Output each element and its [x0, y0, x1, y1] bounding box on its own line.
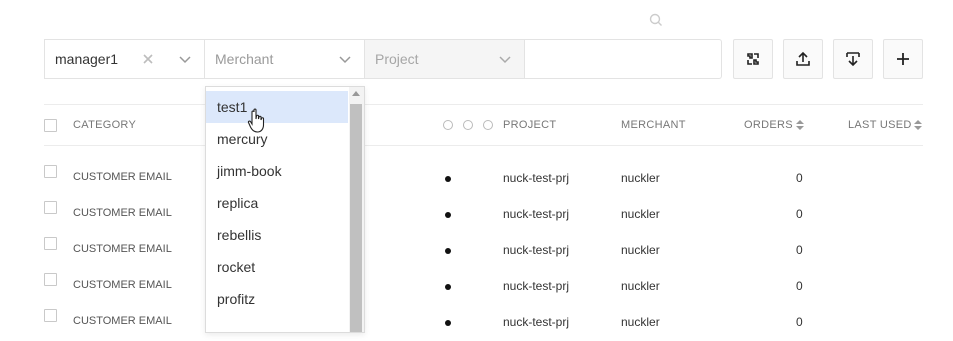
table-row[interactable]: CUSTOMER EMAIL nuck-test-prj nuckler 0	[0, 269, 953, 305]
plus-icon	[897, 53, 909, 65]
status-dot-icon	[445, 320, 451, 326]
row-orders: 0	[796, 207, 803, 221]
chevron-down-icon[interactable]	[179, 54, 191, 64]
dropdown-scrollbar-thumb[interactable]	[350, 104, 362, 332]
filter-bar: manager1 Merchant Project	[44, 39, 722, 79]
chevron-down-icon[interactable]	[499, 54, 511, 64]
table-header-border-top	[44, 104, 923, 105]
download-button[interactable]	[833, 39, 873, 79]
column-header-project[interactable]: PROJECT	[503, 119, 556, 131]
manager-select[interactable]: manager1	[44, 39, 205, 79]
dropdown-option[interactable]: rocket	[206, 251, 348, 283]
dropdown-option[interactable]: replica	[206, 187, 348, 219]
merchant-dropdown-menu: test1 mercury jimm-book replica rebellis…	[205, 86, 365, 333]
merchant-select[interactable]: Merchant	[205, 39, 365, 79]
row-checkbox[interactable]	[44, 273, 57, 286]
select-all-checkbox[interactable]	[44, 119, 57, 132]
table-row[interactable]: CUSTOMER EMAIL nuck-test-prj nuckler 0	[0, 233, 953, 269]
row-merchant: nuckler	[621, 243, 660, 257]
column-header-orders[interactable]: ORDERS	[744, 119, 793, 131]
status-circle-icon	[483, 120, 493, 130]
dropdown-option[interactable]: jimm-book	[206, 155, 348, 187]
row-project: nuck-test-prj	[503, 279, 570, 293]
sort-icon[interactable]	[796, 120, 804, 130]
column-header-last-used[interactable]: LAST USED	[848, 119, 912, 131]
dropdown-option[interactable]: profitz	[206, 283, 348, 315]
dropdown-option-label: rocket	[217, 259, 256, 275]
row-project: nuck-test-prj	[503, 207, 570, 221]
status-circle-icon	[443, 120, 453, 130]
merchant-select-placeholder: Merchant	[215, 51, 274, 67]
clear-icon[interactable]	[141, 52, 155, 66]
chevron-down-icon[interactable]	[339, 54, 351, 64]
row-checkbox[interactable]	[44, 237, 57, 250]
table-row[interactable]: CUSTOMER EMAIL nuck-test-prj nuckler 0	[0, 161, 953, 197]
dropdown-option-label: replica	[217, 195, 259, 211]
row-checkbox[interactable]	[44, 309, 57, 322]
dropdown-option[interactable]: test1	[206, 91, 348, 123]
row-category: CUSTOMER EMAIL	[73, 171, 172, 183]
dropdown-option[interactable]: rebellis	[206, 219, 348, 251]
row-category: CUSTOMER EMAIL	[73, 279, 172, 291]
status-dot-icon	[445, 212, 451, 218]
dropdown-option-label: jimm-book	[217, 163, 282, 179]
dropdown-option-label: rebellis	[217, 227, 262, 243]
search-icon[interactable]	[649, 13, 663, 27]
add-button[interactable]	[883, 39, 923, 79]
row-category: CUSTOMER EMAIL	[73, 207, 172, 219]
row-category: CUSTOMER EMAIL	[73, 243, 172, 255]
dropdown-option[interactable]: mercury	[206, 123, 348, 155]
table-row[interactable]: CUSTOMER EMAIL nuck-test-prj nuckler 0	[0, 197, 953, 233]
upload-button[interactable]	[783, 39, 823, 79]
status-dot-icon	[445, 248, 451, 254]
column-header-merchant[interactable]: MERCHANT	[621, 119, 686, 131]
table-header-border-bottom	[44, 145, 923, 146]
project-select[interactable]: Project	[365, 39, 525, 79]
row-merchant: nuckler	[621, 207, 660, 221]
row-orders: 0	[796, 171, 803, 185]
manager-select-value: manager1	[55, 51, 119, 67]
status-dot-icon	[445, 176, 451, 182]
download-icon	[846, 52, 860, 67]
row-project: nuck-test-prj	[503, 171, 570, 185]
row-checkbox[interactable]	[44, 201, 57, 214]
row-merchant: nuckler	[621, 171, 660, 185]
status-dot-icon	[445, 284, 451, 290]
column-header-category[interactable]: CATEGORY	[73, 119, 136, 131]
row-orders: 0	[796, 243, 803, 257]
upload-icon	[796, 51, 810, 66]
row-project: nuck-test-prj	[503, 243, 570, 257]
project-select-placeholder: Project	[375, 51, 419, 67]
row-checkbox[interactable]	[44, 165, 57, 178]
row-merchant: nuckler	[621, 279, 660, 293]
hand-cursor-icon	[247, 108, 265, 133]
dropdown-option-label: test1	[217, 99, 248, 115]
status-circle-icon	[463, 120, 473, 130]
scroll-up-arrow-icon[interactable]	[352, 91, 360, 96]
sort-icon[interactable]	[914, 120, 922, 130]
dropdown-option-label: profitz	[217, 291, 256, 307]
row-orders: 0	[796, 279, 803, 293]
collapse-icon	[747, 53, 759, 65]
search-input[interactable]	[525, 39, 722, 79]
collapse-button[interactable]	[733, 39, 773, 79]
row-category: CUSTOMER EMAIL	[73, 315, 172, 327]
table-row[interactable]: CUSTOMER EMAIL nuck-test-prj nuckler 0	[0, 305, 953, 341]
